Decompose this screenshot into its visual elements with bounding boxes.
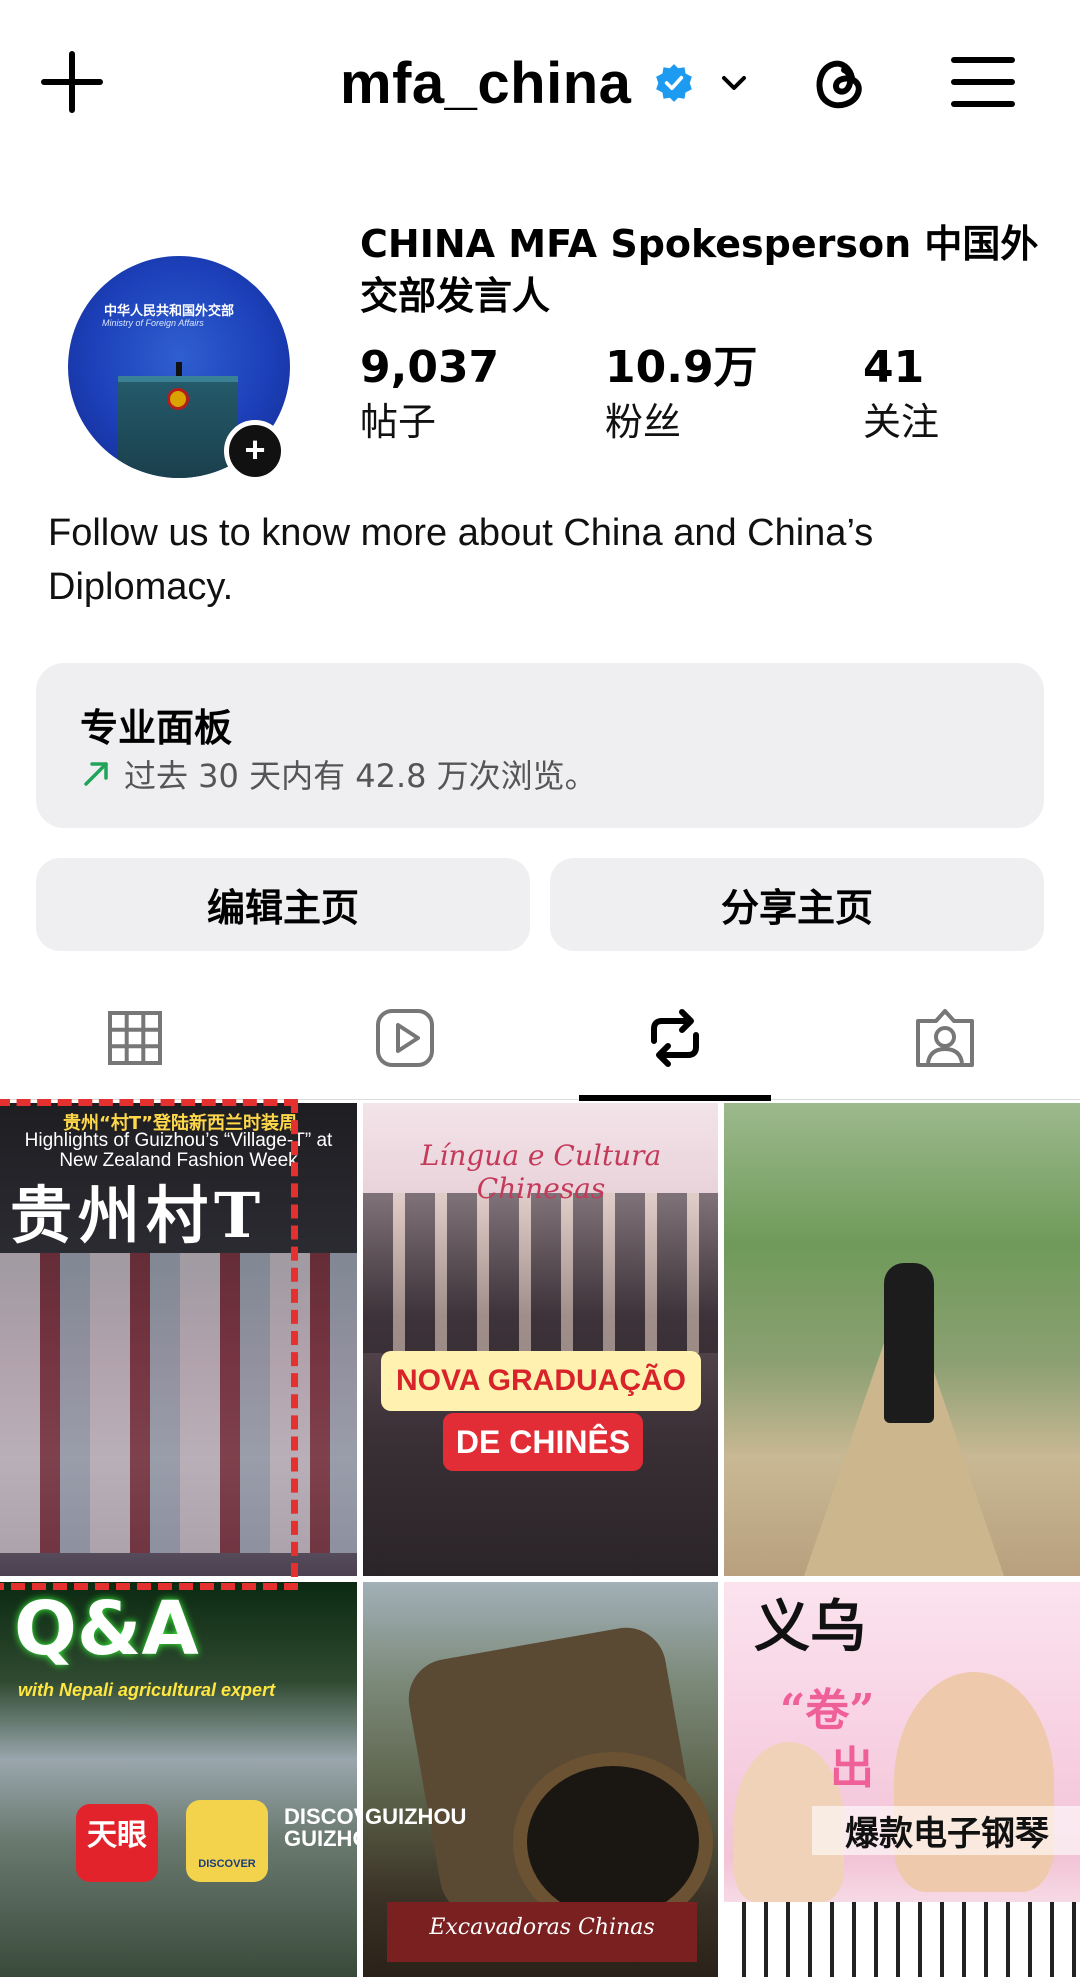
grid-item-badge-1: NOVA GRADUAÇÃO bbox=[381, 1351, 701, 1411]
stat-posts-label: 帖子 bbox=[360, 400, 437, 444]
chevron-down-icon bbox=[722, 76, 747, 90]
profile-tabs bbox=[0, 975, 1080, 1101]
grid-item-qa-nepali-expert[interactable]: Q&A with Nepali agricultural expert 天眼 D… bbox=[0, 1582, 357, 1977]
account-switcher[interactable]: mfa_china bbox=[340, 48, 751, 118]
share-profile-button[interactable]: 分享主页 bbox=[550, 858, 1044, 951]
avatar-text-cn: 中华人民共和国外交部 bbox=[104, 304, 235, 319]
active-tab-indicator bbox=[579, 1095, 771, 1101]
plus-icon[interactable] bbox=[40, 50, 104, 114]
grid-item-badge-2: DE CHINÊS bbox=[443, 1413, 643, 1471]
grid-item-chinese-graduation[interactable]: Língua e Cultura Chinesas NOVA GRADUAÇÃO… bbox=[363, 1103, 718, 1576]
tianyan-logo: 天眼 bbox=[76, 1804, 158, 1882]
stat-following[interactable]: 41 关注 bbox=[863, 340, 939, 448]
group-photo bbox=[363, 1193, 718, 1353]
stat-followers-value: 10.9万 bbox=[605, 342, 758, 393]
discover-guizhou-logo: DISCOVER GUIZHOU bbox=[186, 1800, 268, 1882]
grid-item-watermark: GUIZHOU bbox=[365, 1804, 467, 1829]
stat-following-label: 关注 bbox=[863, 400, 940, 444]
stat-followers[interactable]: 10.9万 粉丝 bbox=[605, 340, 758, 448]
grid-item-park-walk[interactable] bbox=[724, 1103, 1080, 1576]
stat-posts-value: 9,037 bbox=[360, 342, 500, 393]
profile-avatar[interactable]: 中华人民共和国外交部 Ministry of Foreign Affairs + bbox=[68, 256, 290, 486]
grid-item-banner: Língua e Cultura Chinesas bbox=[420, 1139, 662, 1205]
professional-dashboard[interactable]: 专业面板 过去 30 天内有 42.8 万次浏览。 bbox=[36, 663, 1044, 828]
profile-bio: Follow us to know more about China and C… bbox=[48, 512, 874, 608]
dashboard-subtitle-row: 过去 30 天内有 42.8 万次浏览。 bbox=[80, 751, 597, 797]
username: mfa_china bbox=[340, 50, 632, 116]
trend-up-icon bbox=[84, 762, 108, 786]
grid-item-title: 义乌 bbox=[754, 1594, 866, 1660]
piano-keys bbox=[724, 1902, 1080, 1977]
menu-icon[interactable] bbox=[950, 52, 1016, 112]
child-girl bbox=[894, 1672, 1054, 1892]
grid-item-caption: Excavadoras Chinas bbox=[387, 1902, 697, 1962]
tab-posts[interactable] bbox=[0, 975, 270, 1100]
reels-icon bbox=[376, 1008, 434, 1067]
grid-item-title-2: “卷” bbox=[780, 1685, 875, 1736]
stat-posts[interactable]: 9,037 帖子 bbox=[360, 340, 499, 448]
profile-stats: 9,037 帖子 10.9万 粉丝 41 关注 bbox=[360, 340, 1050, 460]
selection-outline-1 bbox=[0, 1099, 298, 1577]
reposts-grid: 贵州“村T”登陆新西兰时装周 Highlights of Guizhou’s “… bbox=[0, 1099, 1080, 1977]
edit-profile-button[interactable]: 编辑主页 bbox=[36, 858, 530, 951]
grid-icon bbox=[108, 1010, 162, 1065]
tab-reels[interactable] bbox=[270, 975, 540, 1100]
display-name: CHINA MFA Spokesperson 中国外交部发言人 bbox=[360, 222, 1039, 318]
grid-item-yiwu-piano[interactable]: 义乌 “卷” 出 爆款电子钢琴 bbox=[724, 1582, 1080, 1977]
dashboard-subtitle: 过去 30 天内有 42.8 万次浏览。 bbox=[124, 757, 597, 795]
tab-tagged[interactable] bbox=[810, 975, 1080, 1100]
grid-item-excavators[interactable]: GUIZHOU Excavadoras Chinas bbox=[363, 1582, 718, 1977]
grid-item-qa-title: Q&A bbox=[14, 1586, 199, 1672]
tab-reposts[interactable] bbox=[540, 975, 810, 1100]
grid-item-caption: 爆款电子钢琴 bbox=[812, 1806, 1080, 1855]
tagged-icon bbox=[916, 1008, 974, 1067]
grid-item-watermark: DISCOVER GUIZHOU bbox=[284, 1804, 357, 1851]
stat-followers-label: 粉丝 bbox=[605, 400, 682, 444]
verified-badge-icon bbox=[656, 64, 693, 102]
top-bar: mfa_china bbox=[0, 0, 1080, 165]
avatar-text-en: Ministry of Foreign Affairs bbox=[102, 318, 204, 328]
add-story-button[interactable]: + bbox=[224, 420, 286, 482]
threads-icon[interactable] bbox=[808, 50, 872, 114]
dashboard-title: 专业面板 bbox=[80, 706, 233, 750]
stat-following-value: 41 bbox=[863, 342, 925, 393]
grid-item-qa-subtitle: with Nepali agricultural expert bbox=[18, 1680, 276, 1700]
walking-person bbox=[884, 1263, 934, 1423]
reposts-icon bbox=[651, 1008, 699, 1067]
grid-item-title-3: 出 bbox=[830, 1743, 874, 1794]
national-emblem bbox=[167, 388, 189, 410]
selection-outline-2 bbox=[0, 1583, 298, 1591]
